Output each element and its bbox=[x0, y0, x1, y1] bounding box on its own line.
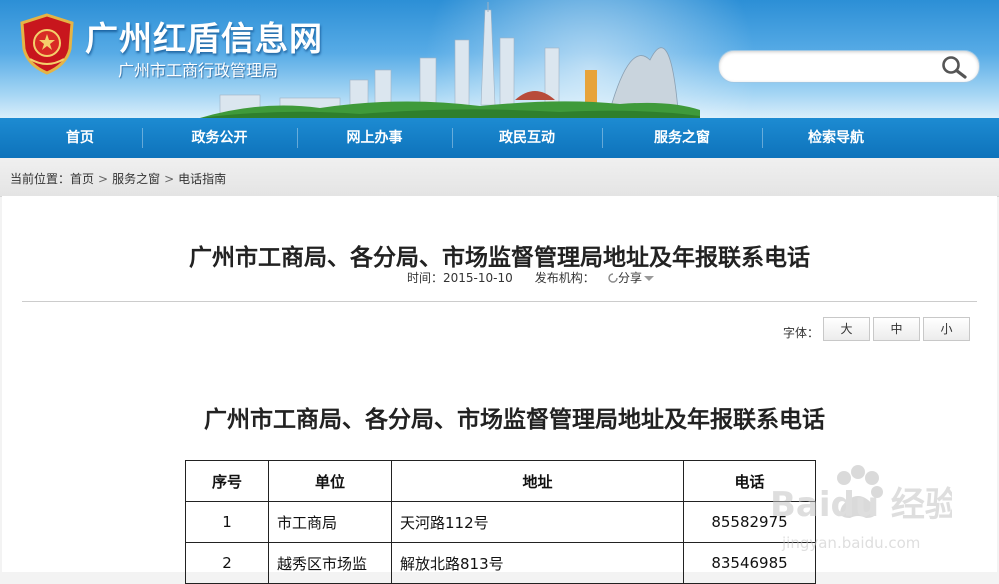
cell-index: 1 bbox=[185, 501, 269, 543]
article-meta: 时间：2015-10-10 发布机构： bbox=[407, 269, 617, 286]
publisher-label: 发布机构： bbox=[534, 271, 595, 285]
cell-address: 天河路112号 bbox=[391, 501, 684, 543]
column-header-unit: 单位 bbox=[268, 460, 392, 502]
title-divider bbox=[22, 301, 977, 302]
site-title: 广州红盾信息网 bbox=[85, 19, 323, 58]
time-value: 2015-10-10 bbox=[443, 271, 513, 285]
header-banner: 广州红盾信息网 广州市工商行政管理局 bbox=[0, 0, 999, 118]
time-label: 时间： bbox=[407, 271, 444, 285]
breadcrumb-bar: 当前位置：首页 > 服务之窗 > 电话指南 bbox=[0, 158, 999, 197]
breadcrumb-separator: > bbox=[164, 172, 175, 186]
font-large-button[interactable]: 大 bbox=[823, 317, 870, 341]
search-icon[interactable] bbox=[938, 54, 970, 80]
watermark-brand: Baidu 经验 bbox=[770, 485, 952, 525]
emblem-icon bbox=[20, 13, 74, 75]
breadcrumb-service-window[interactable]: 服务之窗 bbox=[112, 172, 160, 186]
breadcrumb-phone-guide[interactable]: 电话指南 bbox=[178, 172, 226, 186]
table-row: 2 越秀区市场监 解放北路813号 83546985 bbox=[185, 542, 816, 584]
watermark-url: jingyan.baidu.com bbox=[781, 534, 920, 552]
breadcrumb: 当前位置：首页 > 服务之窗 > 电话指南 bbox=[10, 170, 226, 187]
nav-item-government-affairs[interactable]: 政务公开 bbox=[142, 118, 297, 158]
column-header-address: 地址 bbox=[391, 460, 684, 502]
nav-item-service-window[interactable]: 服务之窗 bbox=[602, 118, 762, 158]
table-header-row: 序号 单位 地址 电话 bbox=[185, 460, 816, 502]
font-size-label: 字体： bbox=[783, 326, 820, 340]
column-header-index: 序号 bbox=[185, 460, 269, 502]
chevron-down-icon bbox=[644, 276, 655, 281]
font-medium-button[interactable]: 中 bbox=[873, 317, 920, 341]
table-row: 1 市工商局 天河路112号 85582975 bbox=[185, 501, 816, 543]
site-subtitle: 广州市工商行政管理局 bbox=[118, 61, 279, 80]
cell-unit: 市工商局 bbox=[268, 501, 392, 543]
cell-unit: 越秀区市场监 bbox=[268, 542, 392, 584]
share-label: 分享 bbox=[618, 271, 643, 285]
main-nav: 首页 政务公开 网上办事 政民互动 服务之窗 检索导航 bbox=[0, 118, 999, 158]
nav-item-search-guide[interactable]: 检索导航 bbox=[762, 118, 910, 158]
baidu-jingyan-watermark: Baidu 经验 jingyan.baidu.com bbox=[770, 465, 952, 552]
breadcrumb-prefix: 当前位置： bbox=[10, 172, 71, 186]
article-title: 广州市工商局、各分局、市场监督管理局地址及年报联系电话 bbox=[189, 245, 810, 271]
nav-item-interaction[interactable]: 政民互动 bbox=[452, 118, 602, 158]
breadcrumb-separator: > bbox=[98, 172, 109, 186]
share-button[interactable]: 分享 bbox=[608, 269, 655, 286]
font-small-button[interactable]: 小 bbox=[923, 317, 970, 341]
nav-item-online-services[interactable]: 网上办事 bbox=[297, 118, 452, 158]
cell-index: 2 bbox=[185, 542, 269, 584]
cell-address: 解放北路813号 bbox=[391, 542, 684, 584]
breadcrumb-home[interactable]: 首页 bbox=[70, 172, 94, 186]
search-input[interactable] bbox=[731, 56, 935, 78]
nav-item-home[interactable]: 首页 bbox=[0, 118, 160, 158]
contacts-table: 序号 单位 地址 电话 1 市工商局 天河路112号 85582975 2 越秀… bbox=[185, 460, 816, 584]
time-field: 时间：2015-10-10 bbox=[407, 271, 513, 285]
article-subtitle: 广州市工商局、各分局、市场监督管理局地址及年报联系电话 bbox=[204, 407, 825, 433]
share-icon bbox=[608, 273, 618, 283]
